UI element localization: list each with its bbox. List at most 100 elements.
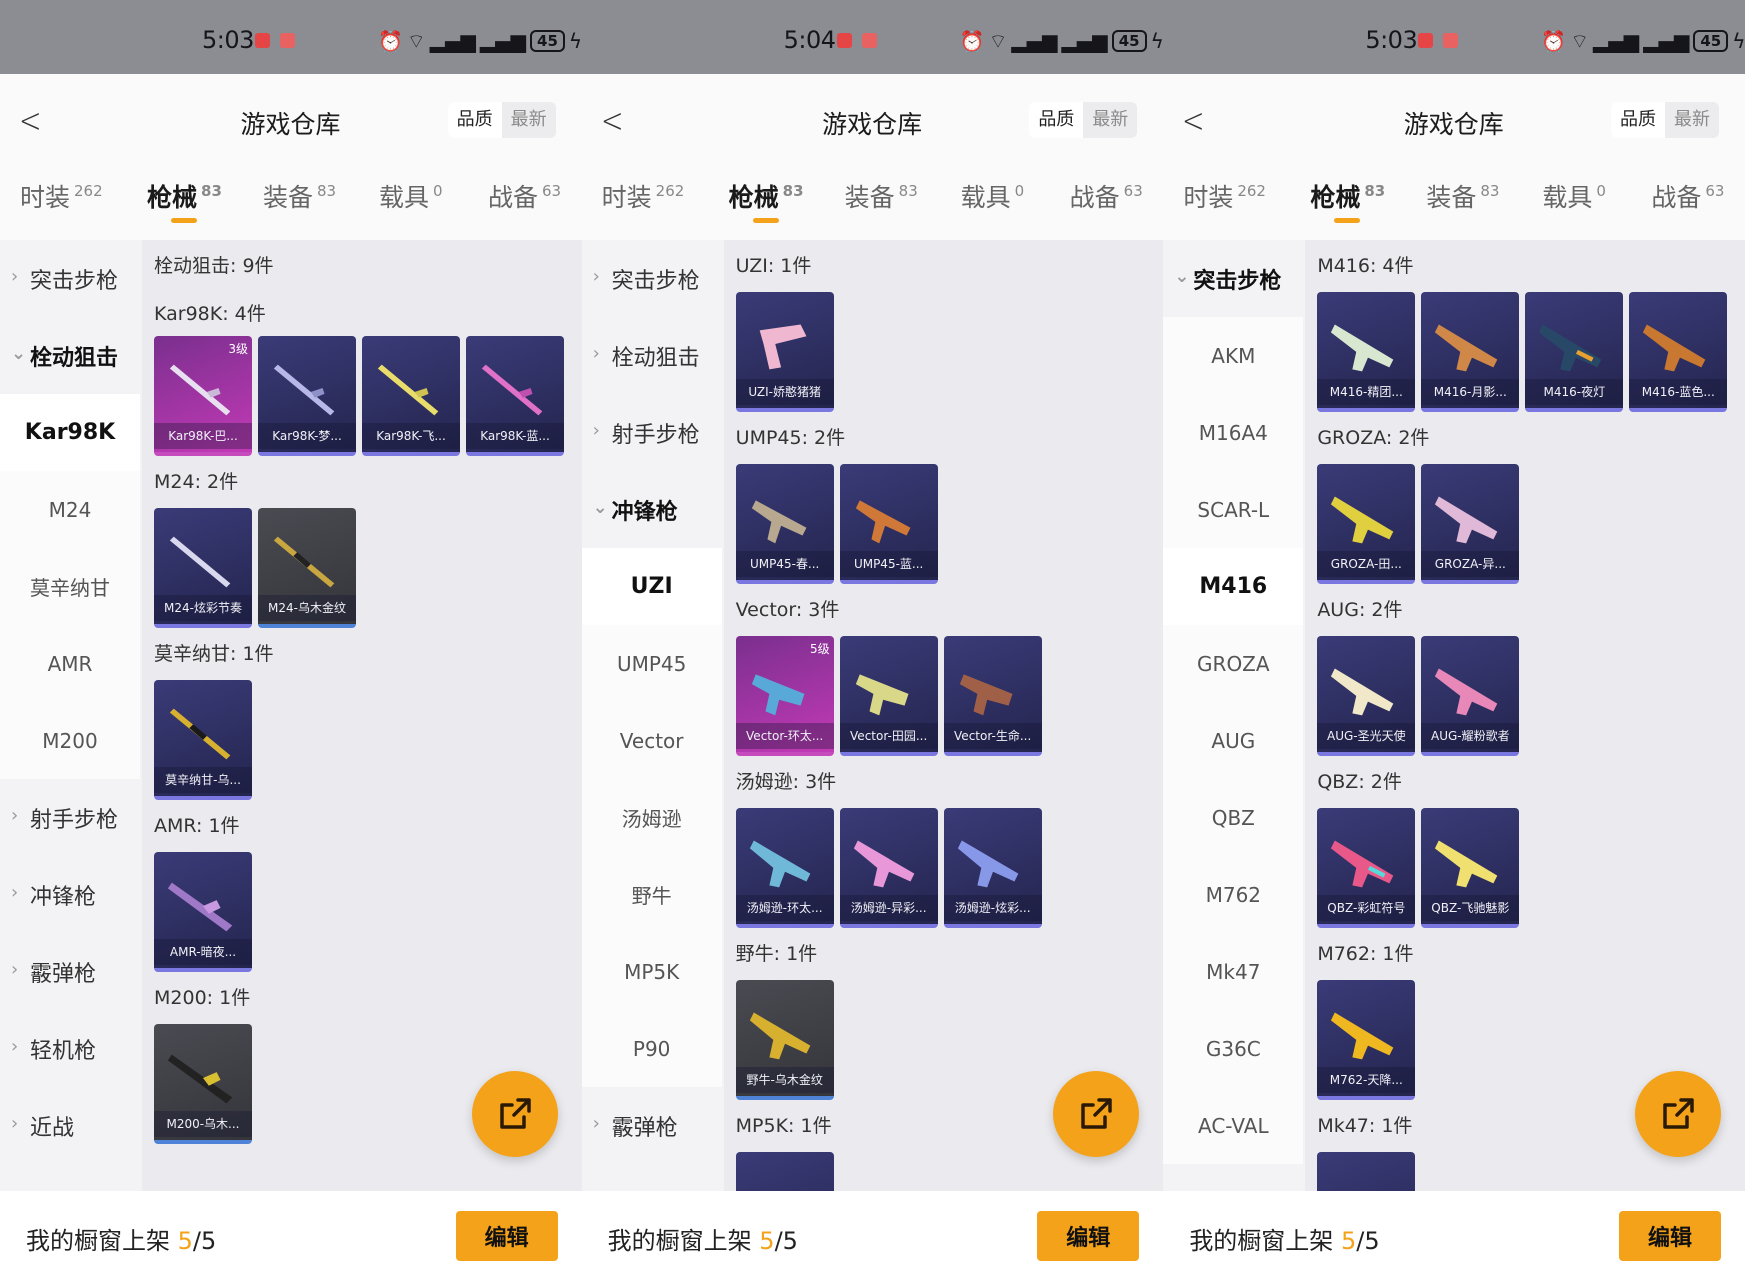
weapon-card[interactable]: 汤姆逊-环太... <box>735 808 834 928</box>
tab-equipment[interactable]: 装备 83 <box>263 178 336 214</box>
tab-vehicles[interactable]: 载具 0 <box>379 178 443 214</box>
sidebar-item-amr[interactable]: AMR <box>0 625 140 702</box>
weapon-card[interactable]: M416-月影... <box>1421 292 1520 412</box>
share-button[interactable] <box>471 1071 558 1157</box>
sidebar-item-qbz[interactable]: QBZ <box>1163 779 1304 856</box>
weapon-card[interactable]: 野牛-乌木金纹 <box>735 980 834 1100</box>
weapon-card[interactable]: 莫辛纳甘-乌... <box>154 680 252 800</box>
sidebar-item-groza[interactable]: GROZA <box>1163 625 1304 702</box>
sidebar-group-shotgun[interactable]: › 霰弹枪 <box>582 1087 722 1164</box>
share-button[interactable] <box>1053 1071 1140 1157</box>
sidebar-group-smg[interactable]: ⌄ 冲锋枪 <box>581 471 722 548</box>
sidebar-item-g36c[interactable]: G36C <box>1163 1010 1304 1087</box>
weapon-card[interactable]: AUG-耀粉歌者 <box>1421 636 1520 756</box>
weapon-card[interactable]: UMP45-春... <box>735 464 834 584</box>
tab-vehicles[interactable]: 载具 0 <box>961 178 1025 214</box>
sidebar-item-ac-val[interactable]: AC-VAL <box>1163 1087 1304 1164</box>
sort-quality-button[interactable]: 品质 <box>1029 102 1084 138</box>
sidebar-item-uzi[interactable]: UZI <box>581 548 722 625</box>
edit-button[interactable]: 编辑 <box>1037 1211 1140 1261</box>
weapon-card[interactable]: Kar98K-蓝... <box>466 336 564 456</box>
sidebar-group-bolt-sniper[interactable]: › 栓动狙击 <box>582 317 722 394</box>
weapon-card[interactable]: UZI-娇憨猪猪 <box>735 292 834 412</box>
weapon-card[interactable]: Kar98K-飞... <box>362 336 460 456</box>
weapon-card[interactable]: GROZA-异... <box>1421 464 1520 584</box>
sidebar-group-shotgun[interactable]: › 霰弹枪 <box>0 933 140 1010</box>
tab-guns[interactable]: 枪械 83 <box>729 178 804 223</box>
sort-latest-button[interactable]: 最新 <box>502 102 556 138</box>
weapon-card[interactable]: M24-炫彩节奏 <box>154 508 252 628</box>
weapon-card[interactable]: AMR-暗夜... <box>154 852 252 972</box>
item-row: 3级 Kar98K-巴... Kar98K-梦... Kar98K-飞... Ka… <box>142 336 582 456</box>
weapon-card[interactable]: 3级 Kar98K-巴... <box>154 336 252 456</box>
share-button[interactable] <box>1634 1071 1721 1157</box>
weapon-card[interactable]: M416-精团... <box>1317 292 1416 412</box>
weapon-card[interactable]: M24-乌木金纹 <box>258 508 356 628</box>
weapon-name: M416-夜灯 <box>1525 379 1624 405</box>
weapon-card[interactable]: QBZ-彩虹符号 <box>1317 808 1416 928</box>
weapon-name: UMP45-蓝... <box>839 551 938 577</box>
tab-equipment[interactable]: 装备 83 <box>845 178 918 214</box>
sidebar-item-p90[interactable]: P90 <box>581 1010 722 1087</box>
tab-fashion[interactable]: 时装 262 <box>1183 178 1266 214</box>
weapon-card[interactable]: M762-天降... <box>1317 980 1416 1100</box>
weapon-card[interactable]: 汤姆逊-异彩... <box>839 808 938 928</box>
weapon-card[interactable]: 5级 Vector-环太... <box>735 636 834 756</box>
sidebar-item-vector[interactable]: Vector <box>581 702 722 779</box>
weapon-card[interactable]: Kar98K-梦... <box>258 336 356 456</box>
weapon-card[interactable]: GROZA-田... <box>1317 464 1416 584</box>
sidebar-item-aug[interactable]: AUG <box>1163 702 1304 779</box>
tab-guns[interactable]: 枪械 83 <box>147 178 222 223</box>
weapon-card[interactable]: 汤姆逊-炫彩... <box>943 808 1042 928</box>
weapon-card[interactable]: M200-乌木... <box>154 1024 252 1144</box>
tab-fashion[interactable]: 时装 262 <box>602 178 685 214</box>
tab-supplies[interactable]: 战备 63 <box>1651 178 1724 214</box>
chevron-right-icon: › <box>592 266 600 287</box>
sidebar-item-akm[interactable]: AKM <box>1163 317 1304 394</box>
sidebar-item-mosin[interactable]: 莫辛纳甘 <box>0 548 140 625</box>
sidebar-group-lmg[interactable]: › 轻机枪 <box>0 1010 140 1087</box>
sidebar-item-mk47[interactable]: Mk47 <box>1163 933 1304 1010</box>
sort-latest-button[interactable]: 最新 <box>1083 102 1137 138</box>
weapon-card[interactable] <box>735 1152 834 1191</box>
sidebar-item-m24[interactable]: M24 <box>0 471 140 548</box>
sidebar-item-thompson[interactable]: 汤姆逊 <box>581 779 722 856</box>
tab-fashion[interactable]: 时装 262 <box>20 178 103 214</box>
sidebar-item-ump45[interactable]: UMP45 <box>581 625 722 702</box>
edit-button[interactable]: 编辑 <box>455 1211 558 1261</box>
weapon-card[interactable]: UMP45-蓝... <box>839 464 938 584</box>
weapon-card[interactable]: Vector-生命... <box>943 636 1042 756</box>
sidebar-item-mp5k[interactable]: MP5K <box>581 933 722 1010</box>
sidebar-item-m16a4[interactable]: M16A4 <box>1163 394 1304 471</box>
sort-quality-button[interactable]: 品质 <box>1610 102 1665 138</box>
tab-supplies[interactable]: 战备 63 <box>1070 178 1143 214</box>
sort-quality-button[interactable]: 品质 <box>447 102 502 138</box>
tab-guns[interactable]: 枪械 83 <box>1310 178 1385 223</box>
sidebar-group-assault-rifle[interactable]: ⌄ 突击步枪 <box>1163 240 1304 317</box>
sidebar-item-m200[interactable]: M200 <box>0 702 140 779</box>
sidebar-group-assault-rifle[interactable]: › 突击步枪 <box>582 240 722 317</box>
sidebar-item-m762[interactable]: M762 <box>1163 856 1304 933</box>
tab-supplies[interactable]: 战备 63 <box>488 178 561 214</box>
sidebar-group-marksman[interactable]: › 射手步枪 <box>0 779 140 856</box>
weapon-card[interactable]: M416-夜灯 <box>1525 292 1624 412</box>
sidebar-group-smg[interactable]: › 冲锋枪 <box>0 856 140 933</box>
weapon-card[interactable] <box>1317 1152 1416 1191</box>
sidebar-item-kar98k[interactable]: Kar98K <box>0 394 140 471</box>
sidebar-group-melee[interactable]: › 近战 <box>0 1087 140 1164</box>
sidebar-group-assault-rifle[interactable]: › 突击步枪 <box>0 240 140 317</box>
weapon-card[interactable]: M416-蓝色... <box>1629 292 1728 412</box>
weapon-card[interactable]: AUG-圣光天使 <box>1317 636 1416 756</box>
tab-equipment[interactable]: 装备 83 <box>1426 178 1499 214</box>
sidebar-group-marksman[interactable]: › 射手步枪 <box>582 394 722 471</box>
tab-vehicles[interactable]: 载具 0 <box>1542 178 1606 214</box>
sort-latest-button[interactable]: 最新 <box>1665 102 1719 138</box>
sidebar-item-bizon[interactable]: 野牛 <box>581 856 722 933</box>
weapon-name: Vector-生命... <box>943 723 1042 749</box>
edit-button[interactable]: 编辑 <box>1618 1211 1721 1261</box>
sidebar-item-scar-l[interactable]: SCAR-L <box>1163 471 1304 548</box>
weapon-card[interactable]: QBZ-飞驰魅影 <box>1421 808 1520 928</box>
sidebar-item-m416[interactable]: M416 <box>1163 548 1304 625</box>
weapon-card[interactable]: Vector-田园... <box>839 636 938 756</box>
sidebar-group-bolt-sniper[interactable]: ⌄ 栓动狙击 <box>0 317 140 394</box>
